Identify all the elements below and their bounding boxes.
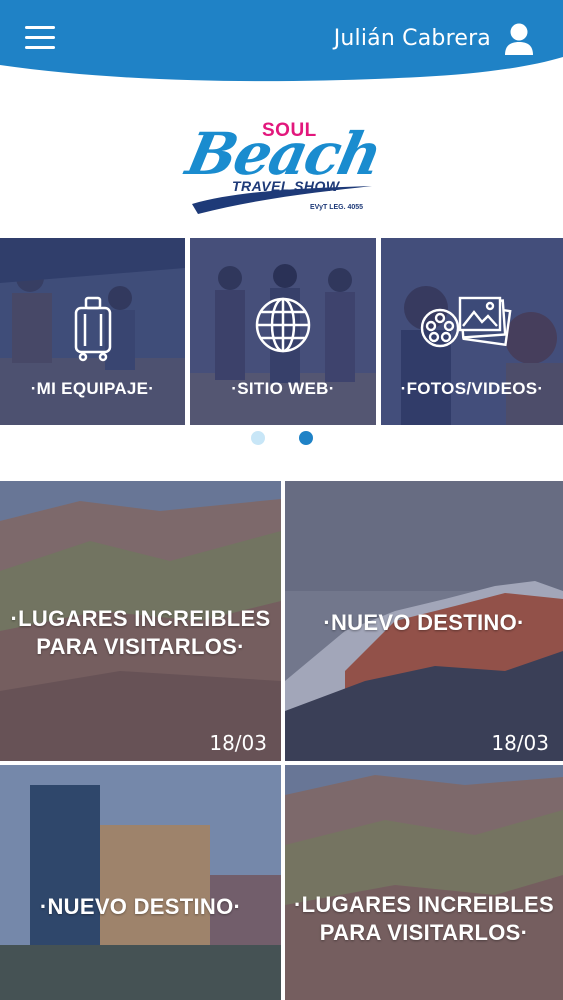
logo-soul-text: SOUL <box>262 120 317 141</box>
news-card[interactable]: ·NUEVO DESTINO· 18/03 <box>285 481 563 761</box>
user-icon[interactable] <box>503 22 535 56</box>
quick-actions: ·MI EQUIPAJE· ·SITIO WEB· ·FOTOS/VIDEOS· <box>0 238 563 425</box>
tile-label: ·FOTOS/VIDEOS· <box>400 379 544 398</box>
tile-mi-equipaje[interactable]: ·MI EQUIPAJE· <box>0 238 185 425</box>
news-card[interactable]: ·LUGARES INCREIBLES PARA VISITARLOS· <box>285 765 563 1000</box>
hamburger-menu-icon[interactable] <box>25 26 55 50</box>
pager-dot-1[interactable] <box>251 431 265 445</box>
news-title: ·LUGARES INCREIBLES PARA VISITARLOS· <box>10 606 271 659</box>
tile-label: ·SITIO WEB· <box>231 379 335 398</box>
news-card[interactable]: ·NUEVO DESTINO· <box>0 765 281 1000</box>
user-name[interactable]: Julián Cabrera <box>334 26 491 51</box>
pager-dot-2[interactable] <box>299 431 313 445</box>
app-header: Julián Cabrera <box>0 0 563 92</box>
news-title: ·NUEVO DESTINO· <box>323 610 525 635</box>
news-date: 18/03 <box>209 731 267 755</box>
news-title: ·LUGARES INCREIBLES PARA VISITARLOS· <box>294 892 554 945</box>
soul-beach-logo: Beach SOUL TRAVEL SHOW EVyT LEG. 4055 <box>180 106 390 218</box>
tile-fotos-videos[interactable]: ·FOTOS/VIDEOS· <box>381 238 563 425</box>
photos-videos-icon <box>421 296 512 348</box>
globe-icon <box>255 297 311 353</box>
header-wave <box>0 57 563 92</box>
news-date: 18/03 <box>491 731 549 755</box>
tile-sitio-web[interactable]: ·SITIO WEB· <box>190 238 376 425</box>
logo-travel-show-text: TRAVEL SHOW <box>232 178 340 194</box>
tile-label: ·MI EQUIPAJE· <box>30 379 155 398</box>
news-card[interactable]: ·LUGARES INCREIBLES PARA VISITARLOS· 18/… <box>0 481 281 761</box>
logo-legajo-text: EVyT LEG. 4055 <box>310 204 364 211</box>
news-title: ·NUEVO DESTINO· <box>39 894 242 919</box>
luggage-icon <box>74 296 111 362</box>
